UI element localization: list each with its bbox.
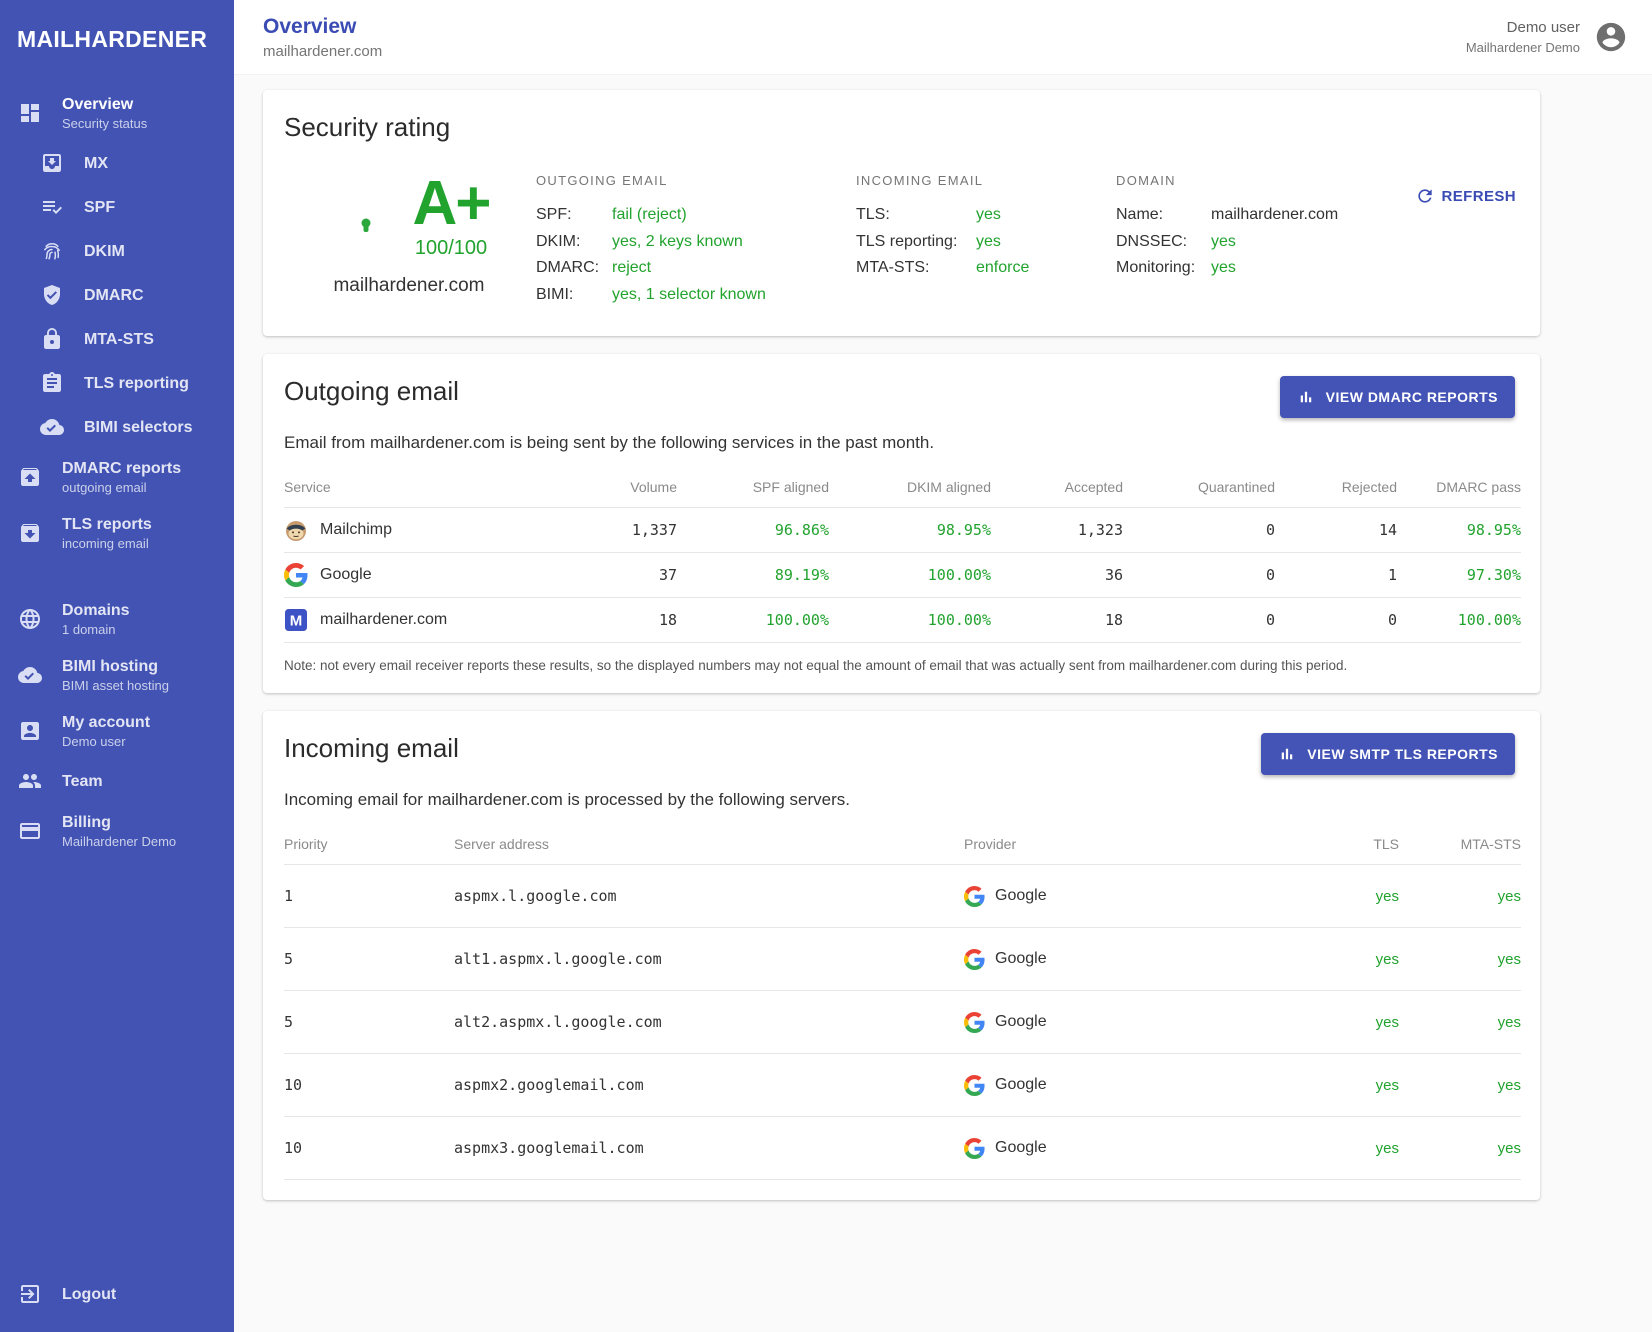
archive-icon bbox=[18, 521, 42, 545]
lock-icon bbox=[40, 327, 64, 351]
table-row: 5 alt2.aspmx.l.google.com Google yes yes bbox=[284, 991, 1521, 1054]
fingerprint-icon bbox=[40, 239, 64, 263]
outgoing-email-card: Outgoing email VIEW DMARC REPORTS Email … bbox=[263, 354, 1540, 693]
user-organization: Mailhardener Demo bbox=[1466, 40, 1580, 55]
playlist-check-icon bbox=[40, 195, 64, 219]
security-score: 100/100 bbox=[413, 237, 490, 260]
globe-icon bbox=[18, 607, 42, 631]
view-dmarc-reports-button[interactable]: VIEW DMARC REPORTS bbox=[1280, 376, 1515, 418]
clipboard-icon bbox=[40, 371, 64, 395]
security-rating-card: Security rating REFRESH A+ 100/100 mailh… bbox=[263, 90, 1540, 336]
google-icon bbox=[964, 1075, 985, 1096]
sidebar-item-my-account[interactable]: My accountDemo user bbox=[0, 703, 234, 759]
google-icon bbox=[964, 886, 985, 907]
sidebar-item-bimi-hosting[interactable]: BIMI hostingBIMI asset hosting bbox=[0, 647, 234, 703]
outgoing-email-description: Email from mailhardener.com is being sen… bbox=[284, 433, 1515, 453]
google-icon bbox=[964, 1012, 985, 1033]
sidebar-item-dkim[interactable]: DKIM bbox=[0, 229, 234, 273]
credit-card-icon bbox=[18, 819, 42, 843]
sidebar-item-team[interactable]: Team bbox=[0, 759, 234, 803]
account-circle-icon[interactable] bbox=[1594, 20, 1628, 54]
mailchimp-icon bbox=[284, 518, 308, 542]
sidebar-item-dmarc[interactable]: DMARC bbox=[0, 273, 234, 317]
dashboard-icon bbox=[18, 101, 42, 125]
incoming-servers-table: Priority Server address Provider TLS MTA… bbox=[284, 826, 1521, 1180]
sidebar-item-tls-reporting[interactable]: TLS reporting bbox=[0, 361, 234, 405]
outgoing-services-table: Service Volume SPF aligned DKIM aligned … bbox=[284, 469, 1521, 643]
table-row: Mailchimp 1,337 96.86% 98.95% 1,323 0 14… bbox=[284, 508, 1521, 553]
sidebar-item-domains[interactable]: Domains1 domain bbox=[0, 591, 234, 647]
domain-name: mailhardener.com bbox=[1211, 202, 1338, 229]
refresh-icon bbox=[1415, 186, 1435, 206]
google-icon bbox=[964, 1138, 985, 1159]
page-subtitle: mailhardener.com bbox=[263, 43, 382, 60]
monitoring-status: yes bbox=[1211, 255, 1236, 282]
table-row: 10 aspmx3.googlemail.com Google yes yes bbox=[284, 1117, 1521, 1180]
table-row: 5 alt1.aspmx.l.google.com Google yes yes bbox=[284, 928, 1521, 991]
tls-reporting-status: yes bbox=[976, 229, 1001, 256]
google-icon bbox=[964, 949, 985, 970]
security-rating-title: Security rating bbox=[284, 112, 1515, 143]
table-row: 10 aspmx2.googlemail.com Google yes yes bbox=[284, 1054, 1521, 1117]
incoming-email-description: Incoming email for mailhardener.com is p… bbox=[284, 790, 1515, 810]
account-box-icon bbox=[18, 719, 42, 743]
sidebar-item-dmarc-reports[interactable]: DMARC reportsoutgoing email bbox=[0, 449, 234, 505]
bar-chart-icon bbox=[1278, 745, 1296, 763]
incoming-email-card: Incoming email VIEW SMTP TLS REPORTS Inc… bbox=[263, 711, 1540, 1200]
inbox-arrow-icon bbox=[40, 151, 64, 175]
mta-sts-status: enforce bbox=[976, 255, 1029, 282]
outgoing-email-column: OUTGOING EMAIL SPF:fail (reject) DKIM:ye… bbox=[536, 173, 856, 308]
table-row: mailhardener.com 18 100.00% 100.00% 18 0… bbox=[284, 598, 1521, 643]
app-logo: MAILHARDENER bbox=[0, 0, 234, 63]
tls-status: yes bbox=[976, 202, 1001, 229]
shield-check-icon bbox=[40, 283, 64, 307]
view-smtp-tls-reports-button[interactable]: VIEW SMTP TLS REPORTS bbox=[1261, 733, 1515, 775]
sidebar-item-mta-sts[interactable]: MTA-STS bbox=[0, 317, 234, 361]
security-domain: mailhardener.com bbox=[284, 275, 534, 297]
security-shield-icon bbox=[329, 173, 403, 261]
user-name: Demo user bbox=[1466, 19, 1580, 36]
logout-icon bbox=[18, 1282, 42, 1306]
sidebar: MAILHARDENER OverviewSecurity status MX … bbox=[0, 0, 234, 1332]
cloud-check-icon bbox=[18, 663, 42, 687]
dnssec-status: yes bbox=[1211, 229, 1236, 256]
spf-status: fail (reject) bbox=[612, 202, 687, 229]
group-icon bbox=[18, 769, 42, 793]
dkim-status: yes, 2 keys known bbox=[612, 229, 743, 256]
security-grade: A+ bbox=[413, 173, 490, 235]
sidebar-item-billing[interactable]: BillingMailhardener Demo bbox=[0, 803, 234, 859]
bar-chart-icon bbox=[1297, 388, 1315, 406]
table-row: Google 37 89.19% 100.00% 36 0 1 97.30% bbox=[284, 553, 1521, 598]
cloud-check-icon bbox=[40, 415, 64, 439]
unarchive-icon bbox=[18, 465, 42, 489]
table-row: 1 aspmx.l.google.com Google yes yes bbox=[284, 865, 1521, 928]
sidebar-item-logout[interactable]: Logout bbox=[0, 1272, 234, 1316]
sidebar-item-bimi-selectors[interactable]: BIMI selectors bbox=[0, 405, 234, 449]
sidebar-item-overview[interactable]: OverviewSecurity status bbox=[0, 85, 234, 141]
sidebar-item-tls-reports[interactable]: TLS reportsincoming email bbox=[0, 505, 234, 561]
top-bar: Overview mailhardener.com Demo user Mail… bbox=[234, 0, 1652, 75]
sidebar-item-spf[interactable]: SPF bbox=[0, 185, 234, 229]
domain-column: DOMAIN Name:mailhardener.com DNSSEC:yes … bbox=[1116, 173, 1416, 308]
refresh-button[interactable]: REFRESH bbox=[1415, 186, 1516, 206]
outgoing-email-note: Note: not every email receiver reports t… bbox=[284, 658, 1515, 673]
mailhardener-icon bbox=[284, 608, 308, 632]
dmarc-status: reject bbox=[612, 255, 651, 282]
sidebar-item-mx[interactable]: MX bbox=[0, 141, 234, 185]
google-icon bbox=[284, 563, 308, 587]
bimi-status: yes, 1 selector known bbox=[612, 282, 766, 309]
page-title: Overview bbox=[263, 15, 382, 39]
incoming-email-column: INCOMING EMAIL TLS:yes TLS reporting:yes… bbox=[856, 173, 1116, 308]
